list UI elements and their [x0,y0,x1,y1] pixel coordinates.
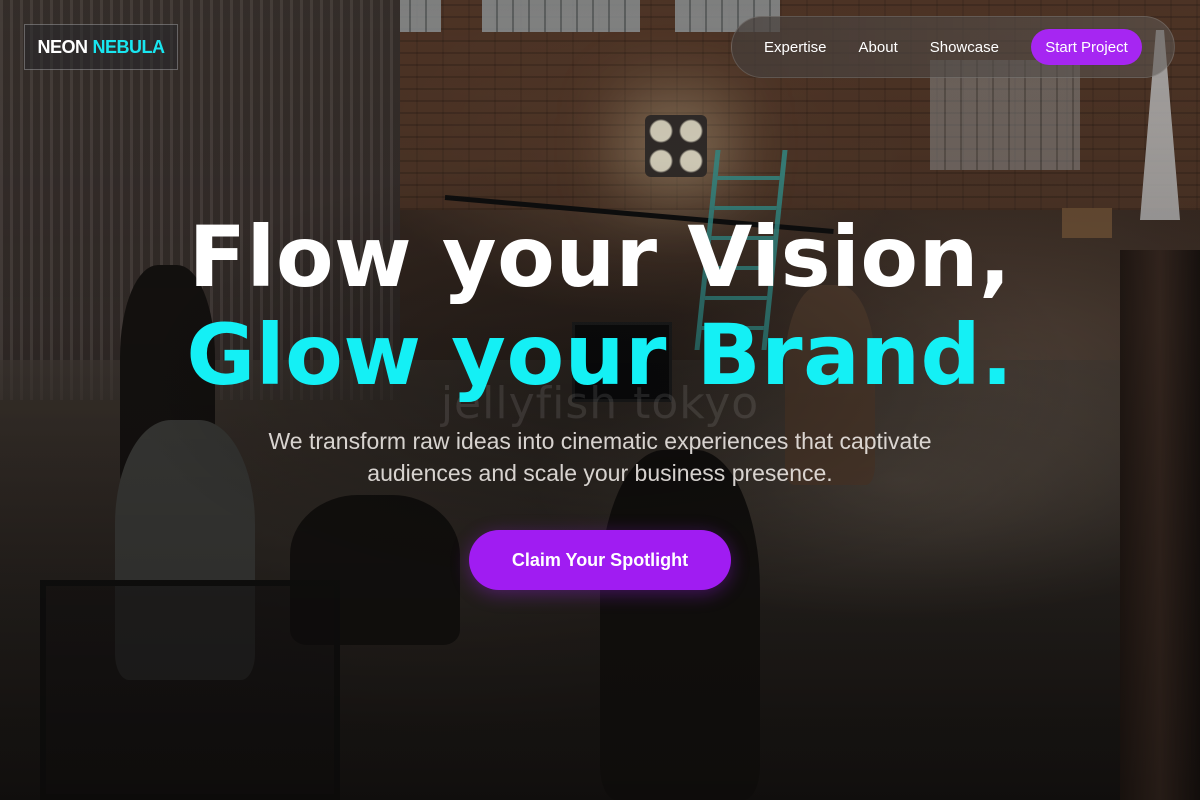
hero-title-line-1: Flow your Vision, [188,208,1012,306]
hero-title: Flow your Vision, Glow your Brand. [0,208,1200,404]
brand-word-2: NEBULA [92,36,166,57]
top-navigation: Expertise About Showcase Start Project [731,16,1175,78]
start-project-button[interactable]: Start Project [1030,29,1142,65]
brand-word-1: NEON [37,36,88,57]
hero-title-line-2: Glow your Brand. [186,306,1014,404]
nav-link-expertise[interactable]: Expertise [764,39,827,56]
hero-subtitle: We transform raw ideas into cinematic ex… [268,428,932,486]
brand-logo[interactable]: NEON NEBULA [24,24,178,70]
claim-spotlight-button[interactable]: Claim Your Spotlight [469,530,731,590]
nav-link-about[interactable]: About [859,39,898,56]
nav-link-showcase[interactable]: Showcase [930,39,999,56]
